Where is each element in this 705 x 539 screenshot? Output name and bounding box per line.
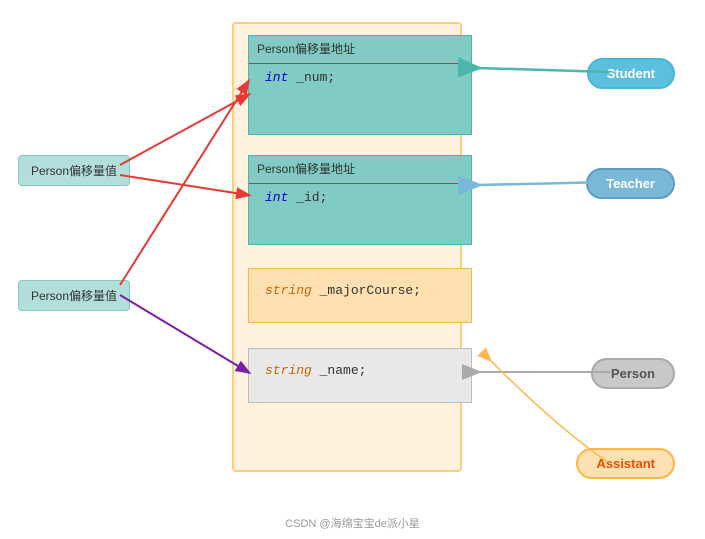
orange-code: string _majorCourse; (249, 269, 471, 302)
teal-top-var: _num; (288, 70, 335, 85)
teal-block-mid: Person偏移量地址 int _id; (248, 155, 472, 245)
string-keyword-1: string (265, 283, 312, 298)
person-label: Person (611, 366, 655, 381)
offset-label-2: Person偏移量值 (31, 289, 117, 303)
watermark: CSDN @海绵宝宝de派小星 (285, 515, 420, 531)
teal-mid-code: int _id; (249, 186, 471, 209)
offset-box-2: Person偏移量值 (18, 280, 130, 311)
teal-top-code: int _num; (249, 66, 471, 89)
gray-code: string _name; (249, 349, 471, 382)
teal-mid-label: Person偏移量地址 (249, 156, 471, 181)
int-keyword-1: int (265, 70, 288, 85)
teal-top-label: Person偏移量地址 (249, 36, 471, 61)
person-bubble: Person (591, 358, 675, 389)
offset-label-1: Person偏移量值 (31, 164, 117, 178)
assistant-label: Assistant (596, 456, 655, 471)
offset-box-1: Person偏移量值 (18, 155, 130, 186)
assistant-bubble: Assistant (576, 448, 675, 479)
orange-block: string _majorCourse; (248, 268, 472, 323)
teal-block-top: Person偏移量地址 int _num; (248, 35, 472, 135)
student-bubble: Student (587, 58, 675, 89)
int-keyword-2: int (265, 190, 288, 205)
gray-block: string _name; (248, 348, 472, 403)
student-label: Student (607, 66, 655, 81)
teacher-label: Teacher (606, 176, 655, 191)
teal-mid-var: _id; (288, 190, 327, 205)
orange-var: _majorCourse; (312, 283, 421, 298)
teacher-bubble: Teacher (586, 168, 675, 199)
string-keyword-2: string (265, 363, 312, 378)
gray-var: _name; (312, 363, 367, 378)
